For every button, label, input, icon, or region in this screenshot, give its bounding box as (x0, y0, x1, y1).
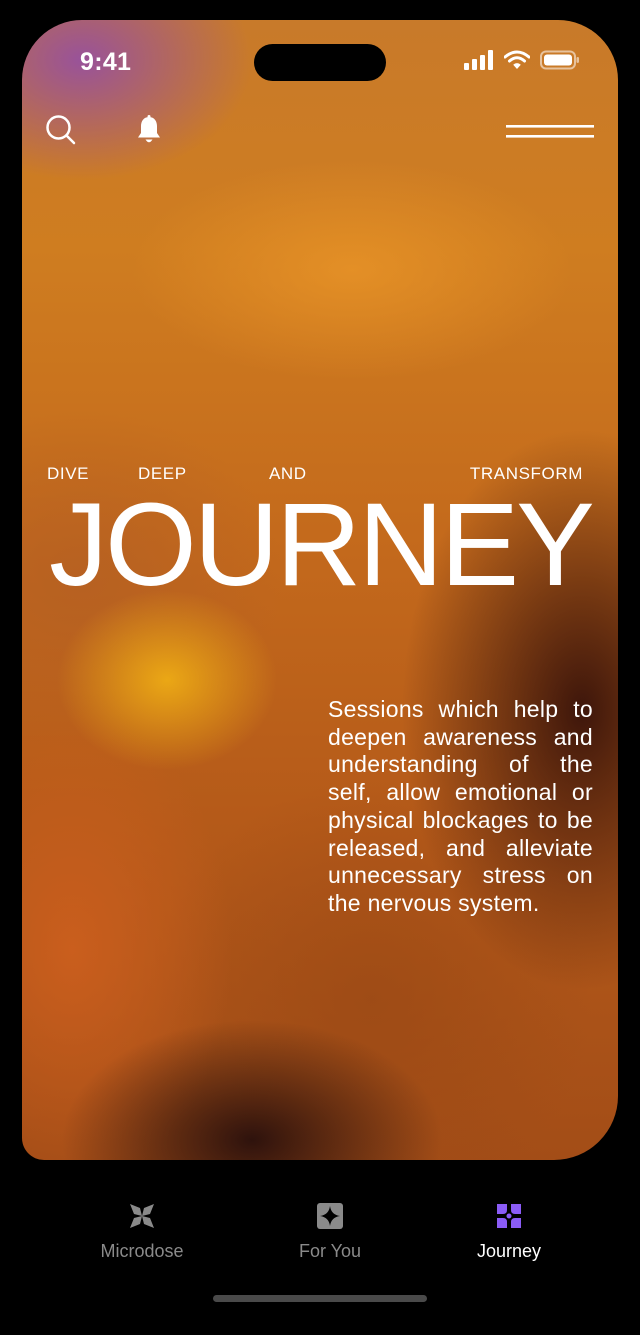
page-title: JOURNEY (49, 479, 595, 611)
notifications-button[interactable] (132, 114, 166, 150)
phone-frame: 9:41 DIVE DEEP AND TRANSFORM JOURNEY Ses… (0, 0, 640, 1335)
status-icons (464, 50, 580, 75)
home-indicator[interactable] (213, 1295, 427, 1302)
search-button[interactable] (44, 114, 78, 151)
sparkle-icon (315, 1201, 345, 1231)
tab-for-you[interactable]: For You (240, 1201, 420, 1271)
tab-journey[interactable]: Journey (419, 1201, 599, 1271)
wifi-icon (503, 50, 531, 75)
signal-icon (464, 50, 494, 75)
bottom-tab-bar: Microdose For You Journey (0, 1185, 640, 1295)
menu-icon (506, 122, 594, 147)
journey-description: Sessions which help to deepen awareness … (328, 696, 593, 916)
tab-label: Microdose (100, 1241, 184, 1261)
dynamic-island (254, 44, 386, 81)
battery-icon (540, 50, 580, 75)
menu-button[interactable] (506, 123, 594, 145)
tab-label: For You (298, 1241, 362, 1261)
tab-microdose[interactable]: Microdose (52, 1201, 232, 1271)
tab-label: Journey (476, 1241, 542, 1261)
top-navigation (22, 114, 618, 155)
search-icon (45, 114, 77, 151)
bell-icon (136, 114, 162, 150)
microdose-icon (127, 1201, 157, 1231)
journey-screen: 9:41 DIVE DEEP AND TRANSFORM JOURNEY Ses… (22, 20, 618, 1160)
status-bar: 9:41 (22, 20, 618, 100)
status-time: 9:41 (80, 48, 132, 76)
journey-icon (494, 1201, 524, 1231)
